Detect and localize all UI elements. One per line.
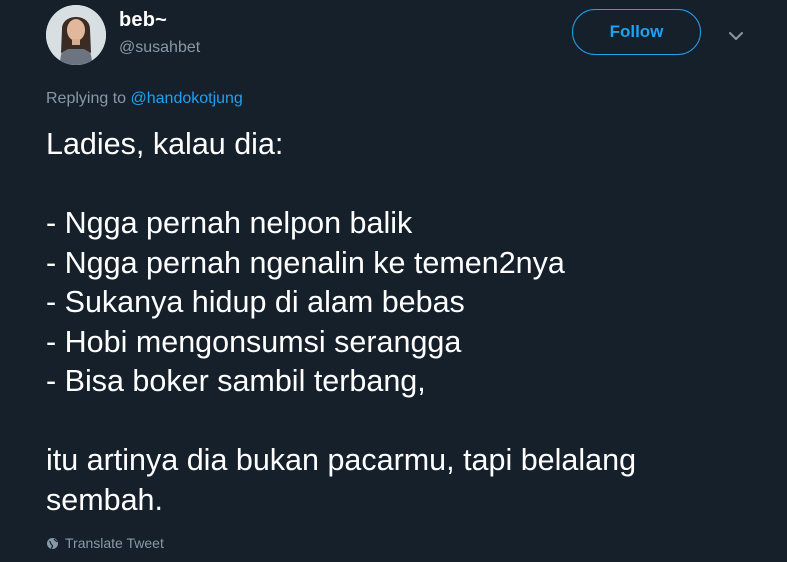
follow-button[interactable]: Follow — [572, 9, 701, 55]
tweet-line: - Hobi mengonsumsi serangga — [46, 324, 462, 359]
tweet-line: Ladies, kalau dia: — [46, 127, 284, 161]
more-options-button[interactable] — [722, 24, 750, 48]
tweet-text: Ladies, kalau dia: - Ngga pernah nelpon … — [46, 125, 766, 520]
replying-to: Replying to @handokotjung — [46, 90, 243, 108]
display-name[interactable]: beb~ — [119, 9, 167, 32]
globe-icon — [47, 537, 58, 549]
replying-to-label: Replying to — [46, 90, 127, 107]
tweet-line: sembah. — [46, 482, 163, 517]
chevron-down-icon — [729, 32, 743, 40]
translate-tweet-link[interactable]: Translate Tweet — [46, 535, 164, 551]
tweet-line: - Ngga pernah nelpon balik — [46, 206, 413, 240]
avatar[interactable] — [46, 5, 106, 65]
tweet-line: - Bisa boker sambil terbang, — [46, 364, 426, 398]
translate-tweet-label: Translate Tweet — [65, 535, 164, 551]
user-handle[interactable]: @susahbet — [119, 39, 200, 57]
tweet-line: - Ngga pernah ngenalin ke temen2nya — [46, 245, 565, 280]
reply-mention-link[interactable]: @handokotjung — [131, 90, 243, 107]
avatar-image — [46, 5, 106, 65]
tweet-line: itu artinya dia bukan pacarmu, tapi bela… — [46, 443, 637, 477]
tweet-line: - Sukanya hidup di alam bebas — [46, 285, 465, 319]
